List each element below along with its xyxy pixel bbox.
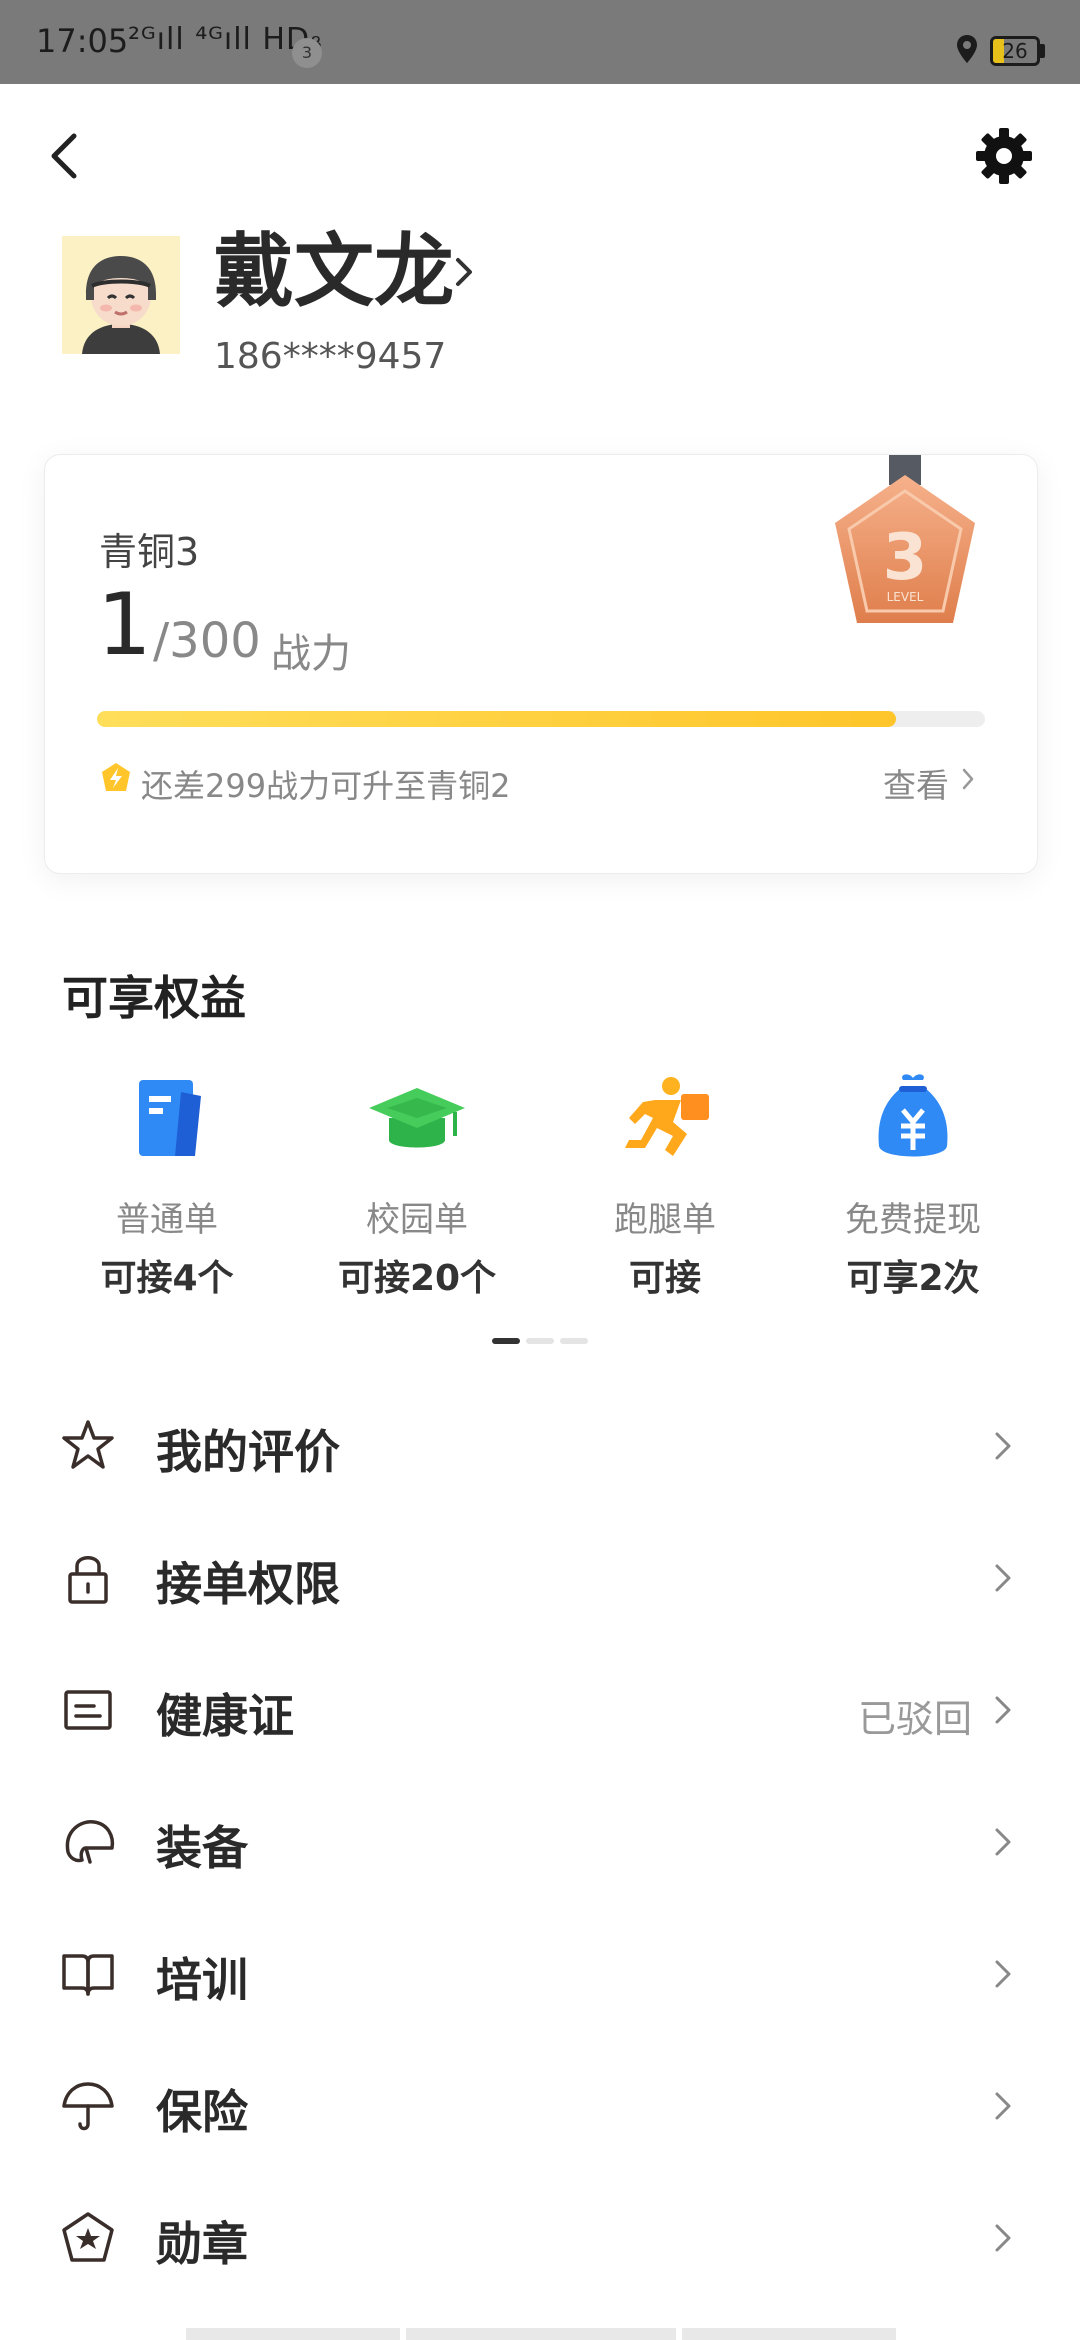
- medal-number: 3: [883, 521, 928, 595]
- umbrella-icon: [62, 2082, 114, 2131]
- benefit-normal-order[interactable]: 普通单 可接4个: [42, 1070, 292, 1301]
- avatar[interactable]: [62, 236, 180, 354]
- lock-icon: [68, 1556, 108, 1604]
- benefits-title: 可享权益: [62, 971, 246, 1025]
- badge-icon: [62, 2212, 114, 2262]
- menu-item-health-certificate[interactable]: 健康证 已驳回: [0, 1644, 1080, 1776]
- menu-item-label: 勋章: [156, 2217, 248, 2271]
- chevron-right-icon: [995, 2224, 1011, 2252]
- page-dot: [492, 1338, 520, 1344]
- gear-icon[interactable]: [972, 124, 1036, 188]
- battery-icon: 26: [990, 36, 1040, 66]
- user-phone: 186****9457: [214, 336, 447, 377]
- graduation-cap-icon: [369, 1088, 465, 1148]
- level-card[interactable]: 青铜3 1 /300 战力 3 LEVEL 还差299战力可升至青铜2 查看: [44, 454, 1038, 874]
- chevron-right-icon: [995, 1696, 1011, 1724]
- battery-level: 26: [1002, 39, 1028, 63]
- user-name[interactable]: 戴文龙: [214, 222, 454, 322]
- menu-item-status: 已驳回: [857, 1697, 972, 1741]
- chevron-right-icon[interactable]: [961, 767, 975, 791]
- menu-item-label: 健康证: [156, 1689, 294, 1743]
- menu-item-training[interactable]: 培训: [0, 1908, 1080, 2040]
- chevron-right-icon: [995, 1828, 1011, 1856]
- benefit-value: 可接: [628, 1258, 701, 1299]
- menu-item-insurance[interactable]: 保险: [0, 2040, 1080, 2172]
- level-progress-fill: [97, 711, 897, 727]
- menu-item-medals[interactable]: 勋章: [0, 2172, 1080, 2304]
- menu-item-order-permission[interactable]: 接单权限: [0, 1512, 1080, 1644]
- benefit-label: 跑腿单: [614, 1200, 716, 1240]
- chevron-right-icon: [995, 2092, 1011, 2120]
- runner-icon: [625, 1077, 709, 1156]
- level-progress-bar: [97, 711, 985, 727]
- lightning-icon: [102, 763, 130, 791]
- upgrade-tip: 还差299战力可升至青铜2: [141, 767, 511, 805]
- bronze-medal-icon: 3 LEVEL: [835, 455, 975, 623]
- status-time: 17:05: [36, 22, 129, 60]
- notification-count-badge: 3: [292, 38, 322, 68]
- chevron-right-icon[interactable]: [452, 252, 476, 292]
- menu-item-label: 保险: [156, 2085, 248, 2139]
- helmet-icon: [65, 1820, 115, 1864]
- page-dot: [526, 1338, 554, 1344]
- benefit-label: 普通单: [116, 1200, 218, 1240]
- benefit-campus-order[interactable]: 校园单 可接20个: [292, 1070, 542, 1301]
- avatar-image: [62, 236, 180, 354]
- points-total: /300: [153, 613, 261, 669]
- status-bar: 17:05 ²ᴳıll ⁴ᴳıll HDᵦ 3 26: [0, 0, 1080, 84]
- bottom-tab-bar-edge: [186, 2328, 896, 2340]
- benefit-value: 可接4个: [100, 1258, 234, 1299]
- benefit-label: 校园单: [366, 1200, 468, 1240]
- book-icon: [62, 1954, 114, 1996]
- chevron-right-icon: [995, 1432, 1011, 1460]
- page-dot: [560, 1338, 588, 1344]
- location-icon: [957, 35, 977, 63]
- benefit-value: 可接20个: [337, 1258, 497, 1299]
- benefit-errand-order[interactable]: 跑腿单 可接: [540, 1070, 790, 1301]
- view-level-link[interactable]: 查看: [883, 759, 949, 807]
- menu-list: 我的评价 接单权限 健康证 已驳回 装备 培训 保险 勋章: [0, 1380, 1080, 2304]
- star-icon: [62, 1420, 114, 1469]
- benefit-value: 可享2次: [846, 1258, 980, 1299]
- id-card-icon: [64, 1690, 112, 1730]
- menu-item-equipment[interactable]: 装备: [0, 1776, 1080, 1908]
- benefit-label: 免费提现: [845, 1200, 981, 1240]
- document-icon: [139, 1080, 201, 1156]
- menu-item-label: 接单权限: [156, 1557, 340, 1611]
- points-unit: 战力: [271, 631, 351, 677]
- points-current: 1: [97, 575, 152, 675]
- menu-item-label: 培训: [156, 1953, 248, 2007]
- menu-item-label: 我的评价: [156, 1425, 340, 1479]
- level-name: 青铜3: [99, 530, 200, 574]
- menu-item-label: 装备: [156, 1821, 248, 1875]
- battery-tip: [1040, 44, 1045, 58]
- menu-item-reviews[interactable]: 我的评价: [0, 1380, 1080, 1512]
- chevron-right-icon: [995, 1960, 1011, 1988]
- chevron-right-icon: [995, 1564, 1011, 1592]
- back-arrow-icon[interactable]: [44, 126, 84, 186]
- benefit-free-withdrawal[interactable]: 免费提现 可享2次: [788, 1070, 1038, 1301]
- money-bag-icon: [878, 1074, 948, 1157]
- benefits-page-indicator: [492, 1338, 588, 1344]
- medal-caption: LEVEL: [887, 590, 924, 604]
